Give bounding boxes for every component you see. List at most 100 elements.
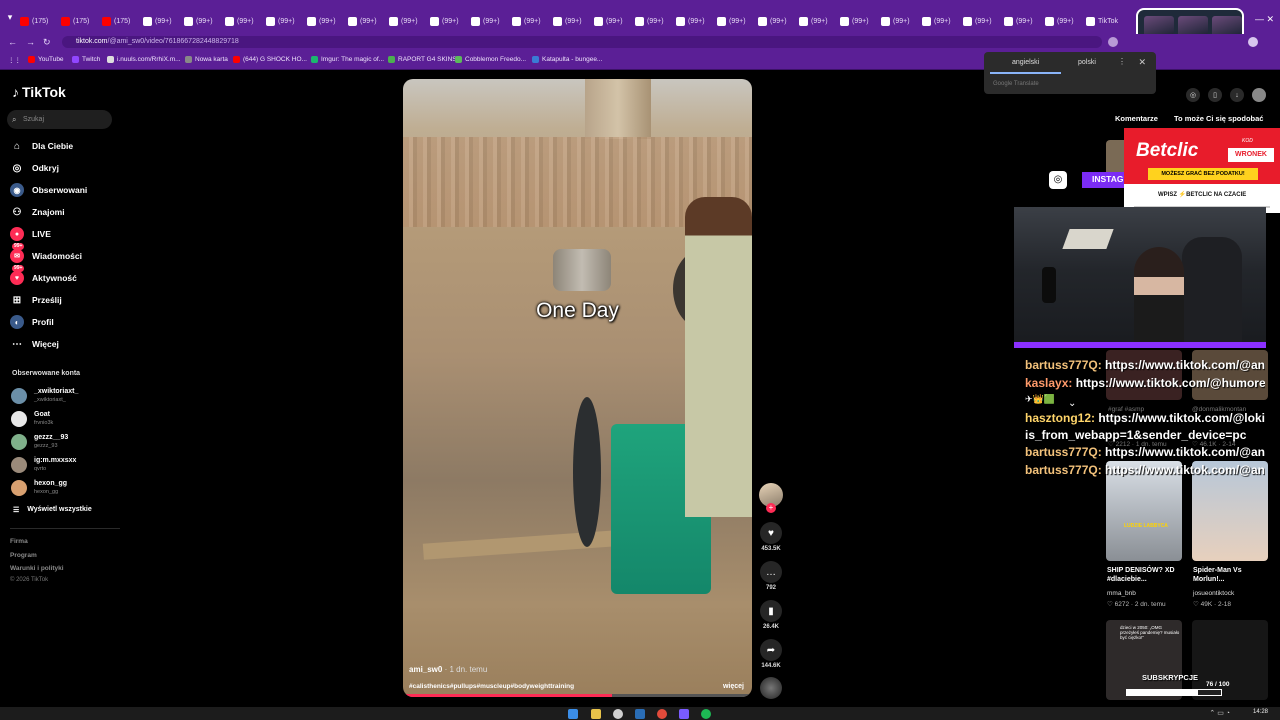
card-title[interactable]: Spider-Man Vs Morlun!... (1193, 566, 1269, 584)
followed-account[interactable]: ig:m.mxxsxx qvrto (11, 455, 76, 475)
browser-tab[interactable]: TikTok (1086, 14, 1118, 28)
comment-action[interactable]: … 792 (760, 561, 782, 591)
browser-tab[interactable]: (99+) (840, 14, 869, 28)
followed-account[interactable]: gezzz__93 gezzz_93 (11, 432, 68, 452)
sidebar-item-messages[interactable]: ✉ 99+ Wiadomości (10, 243, 82, 264)
browser-tab[interactable]: (99+) (963, 14, 992, 28)
bookmark[interactable]: (644) G SHOCK HO... (233, 56, 307, 63)
browser-tab[interactable]: (99+) (307, 14, 336, 28)
browser-tab[interactable]: (175) (102, 14, 130, 28)
bookmark[interactable]: Imgur: The magic of... (311, 56, 384, 63)
like-action[interactable]: ♥ 453.5K (760, 522, 782, 552)
browser-tab[interactable]: (99+) (1045, 14, 1074, 28)
share-action[interactable]: ➦ 144.6K (760, 639, 782, 669)
browser-tab[interactable]: (99+) (881, 14, 910, 28)
sidebar-item-activity[interactable]: ♥ 99+ Aktywność (10, 265, 77, 286)
browser-tab[interactable]: (175) (61, 14, 89, 28)
browser-tab[interactable]: (99+) (471, 14, 500, 28)
back-icon[interactable]: ← (8, 37, 17, 47)
see-all-button[interactable]: ☰ Wyświetl wszystkie (13, 506, 92, 514)
close-icon[interactable]: ✕ (1138, 57, 1146, 68)
browser-tab[interactable]: (99+) (389, 14, 418, 28)
browser-tab[interactable]: (99+) (266, 14, 295, 28)
browser-tab[interactable]: (99+) (553, 14, 582, 28)
system-tray[interactable]: ⌃ ▭ ◔ (1209, 709, 1230, 717)
browser-tab[interactable]: (99+) (184, 14, 213, 28)
music-disc-icon[interactable] (760, 677, 782, 699)
steam-icon[interactable] (635, 709, 645, 719)
video-more-button[interactable]: więcej (723, 683, 744, 690)
browser-tab[interactable]: (99+) (225, 14, 254, 28)
app-icon[interactable] (613, 709, 623, 719)
footer-link[interactable]: Firma (10, 538, 28, 545)
window-controls[interactable]: — ✕ (1255, 14, 1274, 25)
bookmark[interactable]: Cobblemon Freedo... (455, 56, 526, 63)
device-icon[interactable]: ▯ (1208, 88, 1222, 102)
tab-search-icon[interactable]: ▾ (4, 12, 16, 24)
sidebar-item-upload[interactable]: ⊞ Prześlij (10, 292, 62, 308)
browser-tab[interactable]: (99+) (348, 14, 377, 28)
browser-tab[interactable]: (99+) (717, 14, 746, 28)
bookmark[interactable]: YouTube (28, 56, 64, 63)
sidebar-item-profile[interactable]: ◐ Profil (10, 314, 54, 330)
follow-plus-icon[interactable]: + (766, 503, 776, 513)
footer-link[interactable]: Program (10, 552, 37, 559)
tiktok-logo[interactable]: ♪ TikTok (12, 84, 66, 100)
browser-tab[interactable]: (99+) (799, 14, 828, 28)
forward-icon[interactable]: → (26, 37, 35, 47)
followed-account[interactable]: hexon_gg hexon_gg (11, 478, 67, 498)
translate-target-tab[interactable]: polski (1078, 59, 1096, 66)
sidebar-item-friends[interactable]: ⚇ Znajomi (10, 204, 65, 220)
user-avatar[interactable] (1252, 88, 1266, 102)
translate-source-tab[interactable]: angielski (990, 59, 1062, 74)
profile-icon[interactable] (1248, 37, 1258, 47)
apps-icon[interactable]: ⋮⋮ (8, 56, 21, 64)
bookmark[interactable]: Twitch (72, 56, 100, 63)
followed-account[interactable]: _xwiktoriaxt_ _xwiktoriaxt_ (11, 386, 78, 406)
video-progress-bar[interactable] (403, 694, 752, 697)
folder-icon[interactable] (591, 709, 601, 719)
card-author[interactable]: josueontiktock (1193, 590, 1234, 597)
browser-tab[interactable]: (99+) (635, 14, 664, 28)
browser-tab[interactable]: (99+) (676, 14, 705, 28)
save-action[interactable]: ▮ 26.4K (760, 600, 782, 630)
card-title[interactable]: SHIP DENISÓW? XD #dlaciebie... (1107, 566, 1181, 584)
browser-tab[interactable]: (99+) (758, 14, 787, 28)
bookmark[interactable]: Nowa karta (185, 56, 228, 63)
search-input[interactable]: ⌕ Szukaj (7, 110, 112, 129)
sidebar-item-more[interactable]: ⋯ Więcej (10, 336, 59, 352)
kebab-menu-icon[interactable]: ⋮ (1118, 57, 1126, 66)
discord-icon[interactable] (679, 709, 689, 719)
sidebar-item-home[interactable]: ⌂ Dla Ciebie (10, 138, 73, 154)
footer-link[interactable]: Warunki i polityki (10, 565, 64, 572)
url-input[interactable]: tiktok.com/@ami_sw0/video/76186672824488… (62, 36, 1102, 48)
download-icon[interactable]: ↓ (1230, 88, 1244, 102)
video-author[interactable]: ami_sw0 · 1 dn. temu (409, 665, 487, 674)
tab-comments[interactable]: Komentarze (1115, 114, 1158, 123)
browser-tab[interactable]: (99+) (922, 14, 951, 28)
bookmark[interactable]: i.nuuls.com/RrhiX.m... (107, 56, 181, 63)
sidebar-item-compass[interactable]: ◎ Odkryj (10, 160, 59, 176)
sidebar-item-following[interactable]: ◉ Obserwowani (10, 182, 87, 198)
bookmark[interactable]: Katapulta - bungee... (532, 56, 602, 63)
video-player[interactable]: One Day ami_sw0 · 1 dn. temu #calistheni… (403, 79, 752, 697)
spotify-icon[interactable] (701, 709, 711, 719)
compass-icon[interactable]: ◎ (1186, 88, 1200, 102)
video-hashtags[interactable]: #calisthenics#pullups#muscleup#bodyweigh… (409, 683, 574, 690)
card-author[interactable]: mma_bnb (1107, 590, 1136, 597)
reload-icon[interactable]: ↻ (43, 37, 51, 48)
start-icon[interactable] (568, 709, 578, 719)
tab-suggested[interactable]: To może Ci się spodobać (1174, 114, 1263, 123)
chevron-down-icon[interactable]: ⌄ (1068, 398, 1076, 409)
browser-tab[interactable]: (99+) (430, 14, 459, 28)
chrome-icon[interactable] (657, 709, 667, 719)
followed-account[interactable]: Goat frvnio3k (11, 409, 53, 429)
bookmark[interactable]: RAPORT G4 SKINS (388, 56, 457, 63)
sidebar-item-live[interactable]: ● LIVE (10, 226, 51, 242)
browser-tab[interactable]: (99+) (512, 14, 541, 28)
browser-tab[interactable]: (175) (20, 14, 48, 28)
browser-tab[interactable]: (99+) (143, 14, 172, 28)
browser-tab[interactable]: (99+) (1004, 14, 1033, 28)
translate-extension-icon[interactable] (1108, 37, 1118, 47)
browser-tab[interactable]: (99+) (594, 14, 623, 28)
